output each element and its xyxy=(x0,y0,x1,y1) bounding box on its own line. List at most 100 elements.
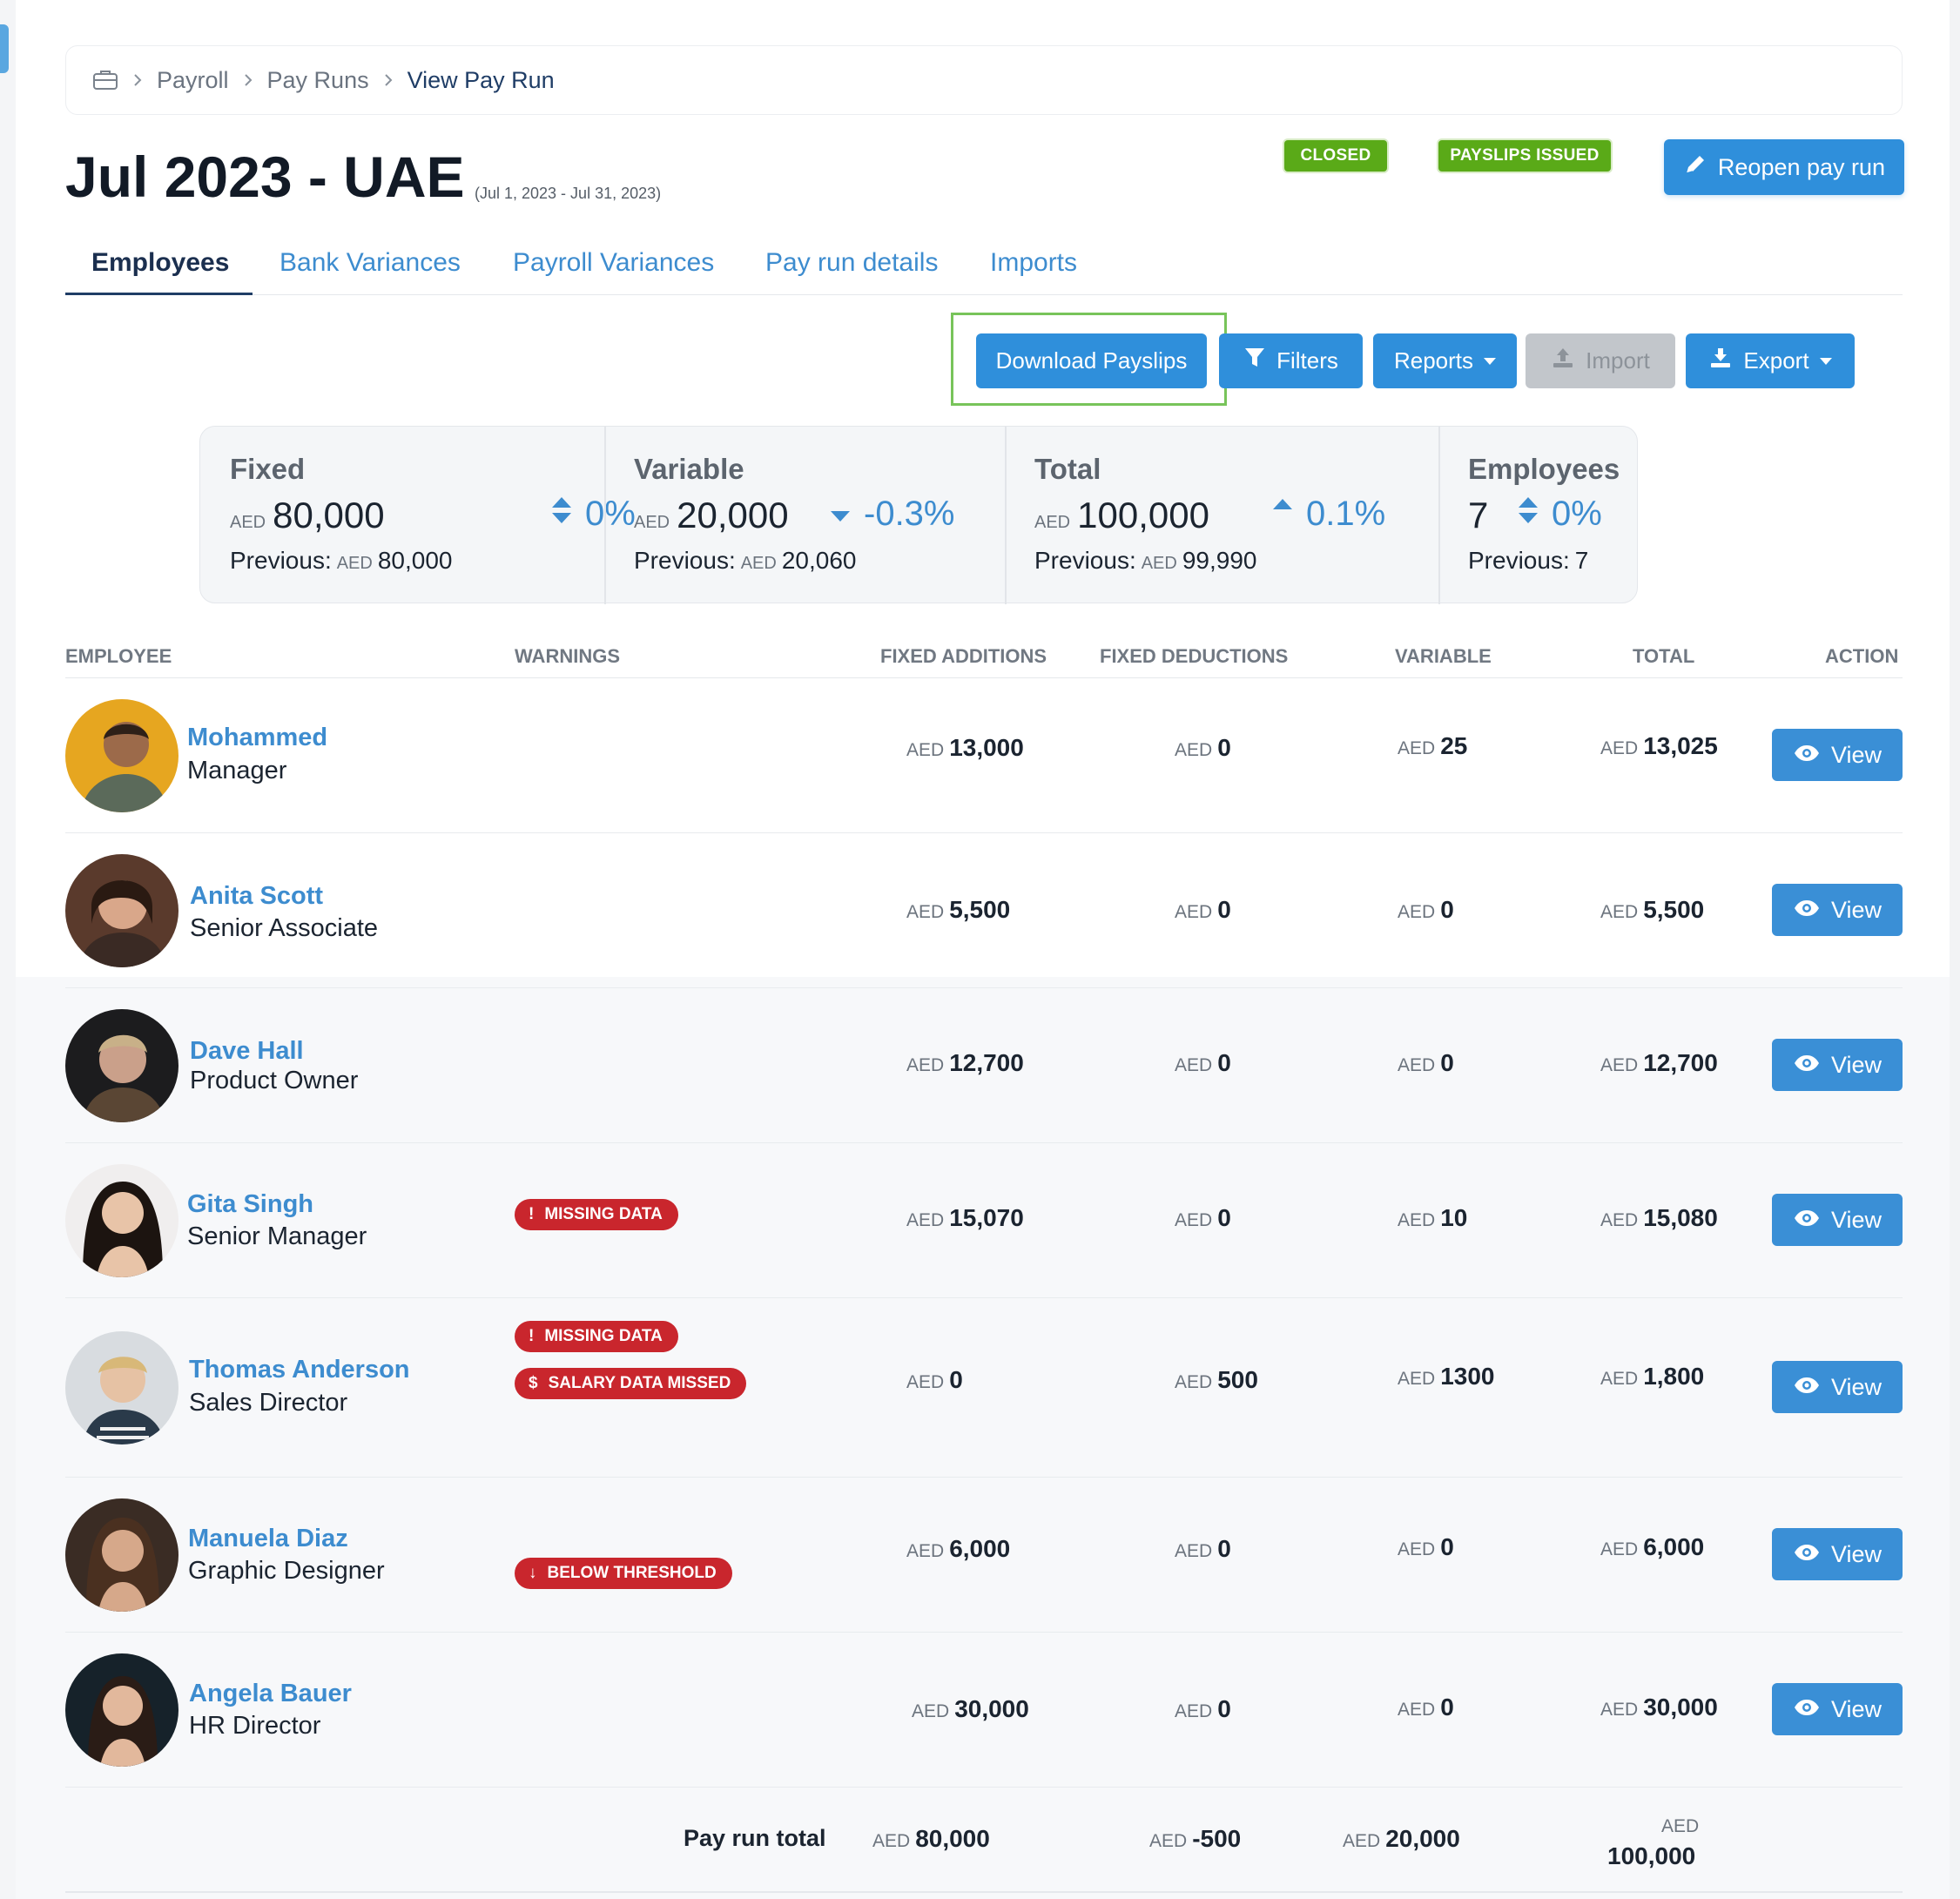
scrollbar-track[interactable] xyxy=(1950,0,1960,1899)
download-payslips-button[interactable]: Download Payslips xyxy=(976,333,1207,388)
chevron-right-icon xyxy=(132,72,143,88)
avatar[interactable] xyxy=(65,1653,178,1767)
warning-badge-missing-data[interactable]: ! MISSING DATA xyxy=(515,1199,678,1230)
warning-badge-missing-data[interactable]: ! MISSING DATA xyxy=(515,1321,678,1352)
fixed-deductions-cell: AED 0 xyxy=(1175,896,1231,924)
currency: AED xyxy=(336,554,373,573)
warning-badge-below-threshold[interactable]: ↓ BELOW THRESHOLD xyxy=(515,1558,732,1589)
warning-text: MISSING DATA xyxy=(544,1205,663,1223)
avatar[interactable] xyxy=(65,1331,178,1444)
currency: AED xyxy=(906,1372,945,1392)
amount: 0 xyxy=(1440,1533,1454,1560)
previous-label: Previous: xyxy=(230,547,332,574)
employee-role: Senior Associate xyxy=(190,914,379,942)
exclamation-icon: ! xyxy=(529,1205,535,1223)
caret-down-icon xyxy=(1819,357,1832,365)
total-cell: AED 5,500 xyxy=(1600,896,1704,924)
tab-imports[interactable]: Imports xyxy=(990,248,1077,278)
employee-name-link[interactable]: Dave Hall xyxy=(190,1037,304,1066)
left-rail xyxy=(0,0,16,1899)
employee-role: Senior Manager xyxy=(187,1222,367,1250)
employee-name-link[interactable]: Manuela Diaz xyxy=(188,1525,348,1553)
view-label: View xyxy=(1830,1051,1883,1078)
tab-bank-variances[interactable]: Bank Variances xyxy=(280,248,461,278)
variable-cell: AED 0 xyxy=(1398,1694,1454,1721)
col-variable[interactable]: VARIABLE xyxy=(1395,645,1492,668)
avatar[interactable] xyxy=(65,1498,178,1612)
col-employee[interactable]: EMPLOYEE xyxy=(65,645,172,668)
avatar[interactable] xyxy=(65,699,178,812)
tab-pay-run-details[interactable]: Pay run details xyxy=(765,248,938,278)
currency: AED xyxy=(1175,1055,1213,1075)
amount: 1,800 xyxy=(1643,1363,1705,1390)
view-employee-button[interactable]: View xyxy=(1772,1039,1903,1091)
stat-variable: Variable AED 20,000 -0.3% Previous: AED … xyxy=(604,427,1005,604)
view-employee-button[interactable]: View xyxy=(1772,1683,1903,1735)
avatar[interactable] xyxy=(65,1164,178,1277)
fixed-additions-cell: AED 12,700 xyxy=(906,1049,1024,1077)
currency: AED xyxy=(1398,1055,1436,1075)
employee-name-link[interactable]: Gita Singh xyxy=(187,1190,313,1219)
view-employee-button[interactable]: View xyxy=(1772,1528,1903,1580)
sidebar-toggle[interactable] xyxy=(0,24,9,73)
avatar[interactable] xyxy=(65,1009,178,1122)
amount: 0 xyxy=(1217,1204,1231,1231)
reports-dropdown[interactable]: Reports xyxy=(1373,333,1517,388)
amount: 5,500 xyxy=(949,896,1011,923)
stat-total: Total AED 100,000 0.1% Previous: AED 99,… xyxy=(1005,427,1438,604)
employee-role: Product Owner xyxy=(190,1067,359,1094)
table-row: Dave Hall Product Owner AED 12,700 AED 0 A… xyxy=(65,988,1903,1143)
amount: 0 xyxy=(1217,734,1231,761)
view-employee-button[interactable]: View xyxy=(1772,729,1903,781)
amount: 30,000 xyxy=(954,1695,1029,1722)
total-cell: AED 30,000 xyxy=(1600,1694,1718,1721)
employee-name-link[interactable]: Anita Scott xyxy=(190,882,323,911)
fixed-additions-cell: AED 6,000 xyxy=(906,1535,1010,1563)
eye-icon xyxy=(1793,1052,1821,1079)
employee-name-link[interactable]: Angela Bauer xyxy=(189,1680,352,1708)
amount: 15,080 xyxy=(1643,1204,1718,1231)
employee-name-link[interactable]: Thomas Anderson xyxy=(189,1356,410,1384)
amount: 0 xyxy=(1440,1694,1454,1721)
currency: AED xyxy=(740,554,777,573)
reopen-label: Reopen pay run xyxy=(1717,153,1886,180)
avatar[interactable] xyxy=(65,854,178,967)
col-warnings[interactable]: WARNINGS xyxy=(515,645,620,668)
previous-label: Previous: xyxy=(634,547,736,574)
tab-payroll-variances[interactable]: Payroll Variances xyxy=(513,248,714,278)
view-employee-button[interactable]: View xyxy=(1772,1361,1903,1413)
amount: 1300 xyxy=(1440,1363,1495,1390)
currency: AED xyxy=(634,513,670,532)
breadcrumb-payroll[interactable]: Payroll xyxy=(157,67,229,94)
filters-label: Filters xyxy=(1276,347,1338,374)
col-total[interactable]: TOTAL xyxy=(1633,645,1694,668)
employee-name-link[interactable]: Mohammed xyxy=(187,724,327,752)
filters-button[interactable]: Filters xyxy=(1219,333,1363,388)
previous-label: Previous: xyxy=(1034,547,1136,574)
briefcase-icon[interactable] xyxy=(92,69,118,91)
stat-change: 0% xyxy=(1517,495,1602,534)
amount: 0 xyxy=(1217,1535,1231,1562)
warning-badge-salary-data-missed[interactable]: $ SALARY DATA MISSED xyxy=(515,1368,747,1399)
currency: AED xyxy=(1600,1210,1639,1230)
total-cell: AED 12,700 xyxy=(1600,1049,1718,1077)
warning-text: BELOW THRESHOLD xyxy=(547,1564,717,1582)
stat-fixed: Fixed AED 80,000 0% Previous: AED 80,000 xyxy=(200,427,636,604)
col-fixed-deductions[interactable]: FIXED DEDUCTIONS xyxy=(1100,645,1288,668)
view-employee-button[interactable]: View xyxy=(1772,1194,1903,1246)
tab-employees[interactable]: Employees xyxy=(91,248,229,278)
amount: 100,000 xyxy=(1077,495,1209,535)
table-row: Mohammed Manager AED 13,000 AED 0 AED 25 AE… xyxy=(65,678,1903,833)
stat-label: Fixed xyxy=(230,453,306,485)
breadcrumb-pay-runs[interactable]: Pay Runs xyxy=(267,67,369,94)
arrow-down-icon: ↓ xyxy=(529,1564,537,1582)
view-employee-button[interactable]: View xyxy=(1772,884,1903,936)
import-button[interactable]: Import xyxy=(1526,333,1675,388)
reopen-pay-run-button[interactable]: Reopen pay run xyxy=(1664,139,1904,195)
footer-variable: AED 20,000 xyxy=(1343,1825,1460,1853)
export-dropdown[interactable]: Export xyxy=(1686,333,1855,388)
variable-cell: AED 1300 xyxy=(1398,1363,1494,1391)
stat-value: AED 100,000 xyxy=(1034,495,1209,536)
currency: AED xyxy=(1398,1369,1436,1389)
col-fixed-additions[interactable]: FIXED ADDITIONS xyxy=(880,645,1047,668)
